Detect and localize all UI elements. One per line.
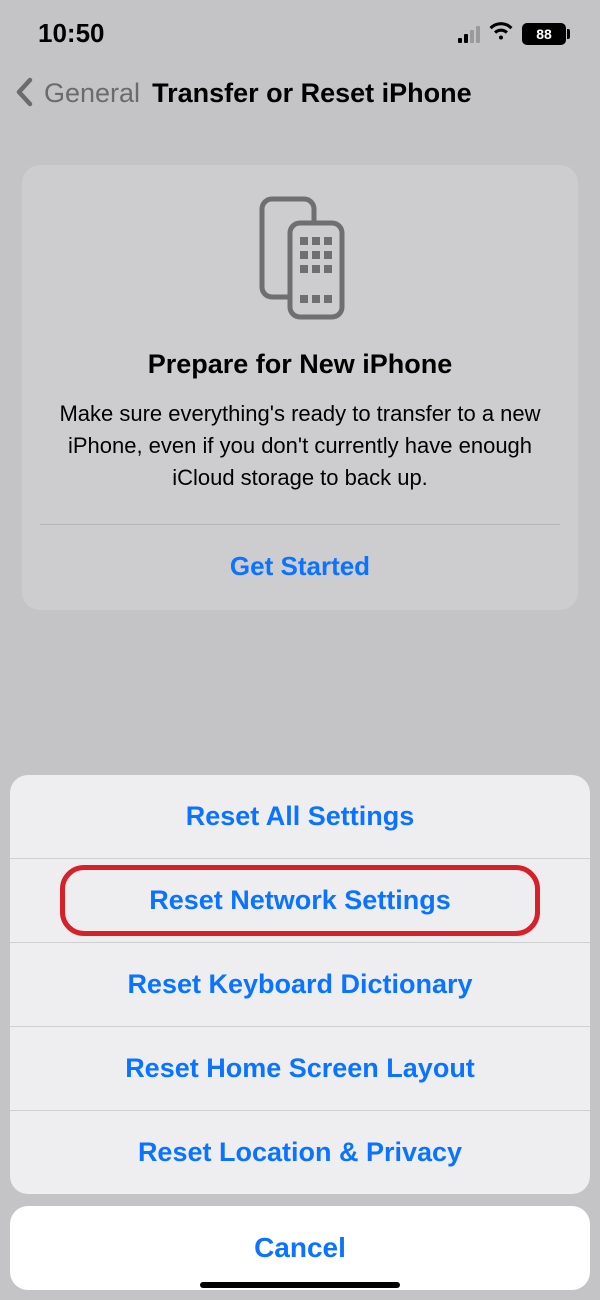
sheet-item-label: Reset Home Screen Layout (125, 1053, 475, 1083)
home-indicator[interactable] (200, 1282, 400, 1288)
prepare-card-body: Make sure everything's ready to transfer… (46, 398, 554, 494)
sheet-item-label: Reset Keyboard Dictionary (127, 969, 472, 999)
prepare-card-title: Prepare for New iPhone (40, 349, 560, 380)
action-sheet-group: Reset All Settings Reset Network Setting… (10, 775, 590, 1194)
status-time: 10:50 (38, 18, 105, 49)
prepare-card: Prepare for New iPhone Make sure everyth… (22, 165, 578, 610)
wifi-icon (488, 18, 514, 49)
status-bar: 10:50 88 (0, 0, 600, 57)
back-chevron-icon[interactable] (14, 77, 38, 109)
reset-location-privacy-button[interactable]: Reset Location & Privacy (10, 1110, 590, 1194)
cancel-button[interactable]: Cancel (10, 1206, 590, 1290)
reset-keyboard-dictionary-button[interactable]: Reset Keyboard Dictionary (10, 942, 590, 1026)
sheet-item-label: Reset Network Settings (149, 885, 451, 915)
reset-home-screen-layout-button[interactable]: Reset Home Screen Layout (10, 1026, 590, 1110)
action-sheet: Reset All Settings Reset Network Setting… (0, 775, 600, 1300)
battery-icon: 88 (522, 23, 570, 45)
transfer-phones-icon (40, 193, 560, 323)
sheet-item-label: Reset All Settings (186, 801, 415, 831)
sheet-item-label: Reset Location & Privacy (138, 1137, 462, 1167)
get-started-button[interactable]: Get Started (40, 525, 560, 610)
battery-percent: 88 (522, 23, 566, 45)
reset-all-settings-button[interactable]: Reset All Settings (10, 775, 590, 858)
cellular-icon (458, 25, 480, 43)
reset-network-settings-button[interactable]: Reset Network Settings (10, 858, 590, 942)
nav-header: General Transfer or Reset iPhone (0, 57, 600, 133)
back-button[interactable]: General (44, 78, 140, 109)
status-right: 88 (458, 18, 570, 49)
page-title: Transfer or Reset iPhone (152, 78, 472, 109)
